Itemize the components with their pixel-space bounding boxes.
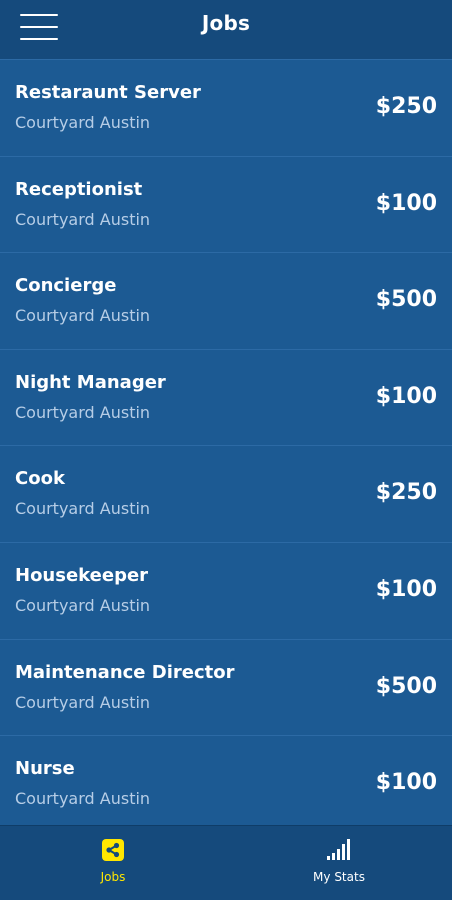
job-pay: $100 (375, 383, 437, 409)
job-title: Maintenance Director (15, 661, 235, 683)
job-title: Housekeeper (15, 564, 149, 586)
job-location: Courtyard Austin (15, 692, 151, 712)
share-icon (101, 838, 125, 866)
job-title: Cook (15, 468, 65, 490)
menu-line (20, 38, 58, 40)
job-list: Restaraunt Server Courtyard Austin $250 … (0, 60, 452, 825)
tab-my-stats-label: My Stats (313, 870, 365, 884)
job-pay: $250 (375, 94, 437, 119)
job-pay: $500 (375, 287, 437, 313)
job-pay: $500 (375, 673, 437, 699)
job-title: Concierge (15, 275, 117, 297)
job-title: Night Manager (15, 371, 166, 393)
job-row-night-manager[interactable]: Night Manager Courtyard Austin $100 (0, 350, 452, 447)
job-pay: $100 (375, 576, 437, 602)
job-row-receptionist[interactable]: Receptionist Courtyard Austin $100 (0, 157, 452, 254)
job-location: Courtyard Austin (15, 306, 151, 326)
job-location: Courtyard Austin (15, 113, 151, 132)
job-location: Courtyard Austin (15, 595, 151, 615)
job-pay: $250 (375, 480, 437, 506)
bottom-tab-bar: Jobs My Stats (0, 825, 452, 900)
job-row-cook[interactable]: Cook Courtyard Austin $250 (0, 446, 452, 543)
tab-my-stats[interactable]: My Stats (226, 826, 452, 900)
job-title: Receptionist (15, 178, 143, 200)
job-pay: $100 (375, 190, 437, 216)
job-row-restaurant-server[interactable]: Restaraunt Server Courtyard Austin $250 (0, 60, 452, 157)
signal-bars-icon (326, 838, 352, 864)
job-pay: $100 (375, 770, 437, 796)
job-row-concierge[interactable]: Concierge Courtyard Austin $500 (0, 253, 452, 350)
top-bar: Jobs (0, 0, 452, 60)
page-title: Jobs (201, 11, 251, 35)
app-root: Jobs Restaraunt Server Courtyard Austin … (0, 0, 452, 900)
tab-jobs-label: Jobs (100, 870, 126, 884)
job-location: Courtyard Austin (15, 209, 151, 229)
job-location: Courtyard Austin (15, 402, 151, 422)
job-title: Nurse (15, 758, 75, 780)
job-row-housekeeper[interactable]: Housekeeper Courtyard Austin $100 (0, 543, 452, 640)
job-row-maintenance-director[interactable]: Maintenance Director Courtyard Austin $5… (0, 640, 452, 737)
tab-jobs[interactable]: Jobs (0, 826, 226, 900)
job-title: Restaraunt Server (15, 82, 201, 103)
job-location: Courtyard Austin (15, 499, 151, 519)
job-row-nurse[interactable]: Nurse Courtyard Austin $100 (0, 736, 452, 825)
job-location: Courtyard Austin (15, 789, 151, 809)
